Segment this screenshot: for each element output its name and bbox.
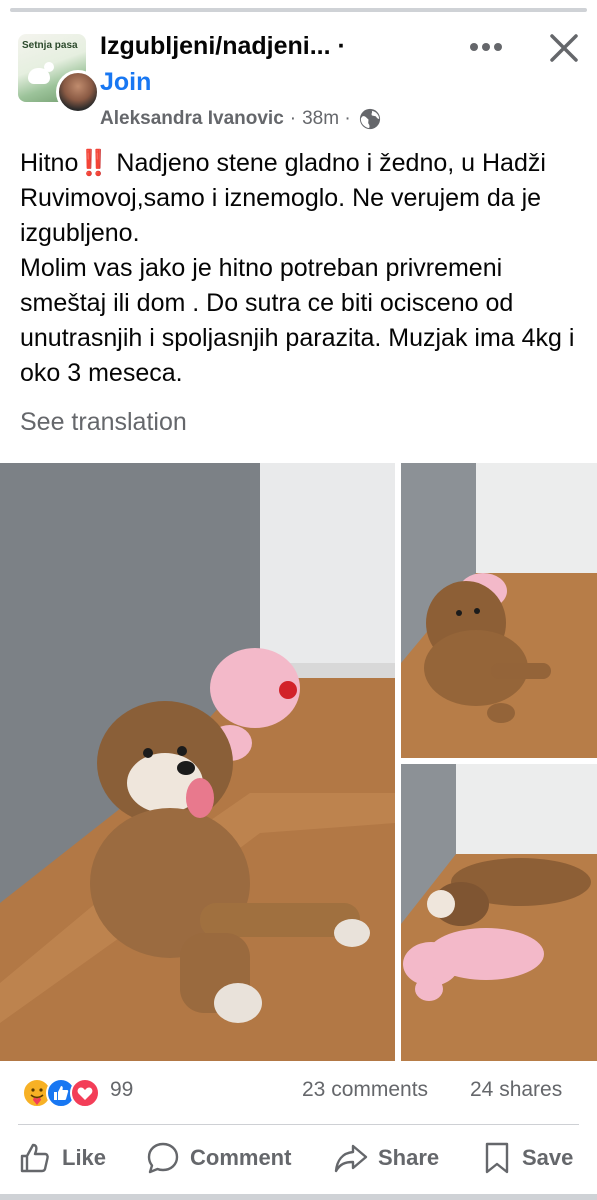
comment-bubble-icon — [147, 1142, 179, 1174]
reaction-bar: 99 23 comments 24 shares — [0, 1068, 597, 1118]
like-label: Like — [62, 1145, 107, 1170]
love-icon — [70, 1078, 100, 1108]
shares-count[interactable]: 24 shares — [470, 1078, 562, 1102]
like-button[interactable]: Like — [18, 1136, 106, 1180]
comment-button[interactable]: Comment — [146, 1136, 291, 1180]
bookmark-icon — [485, 1142, 509, 1174]
comment-label: Comment — [190, 1145, 292, 1170]
post-body: Hitno‼️ Nadjeno stene gladno i žedno, u … — [20, 146, 580, 391]
globe-icon — [359, 108, 380, 130]
close-button[interactable] — [544, 28, 584, 68]
post-actions: Like Comment Share Save — [0, 1136, 597, 1186]
more-dots-icon — [470, 43, 502, 51]
reaction-count[interactable]: 99 — [110, 1078, 133, 1102]
meta-separator: · — [289, 108, 297, 129]
group-thumbnail[interactable]: Setnja pasa — [18, 34, 100, 122]
share-button[interactable]: Share — [334, 1136, 439, 1180]
puppy-photo-bottom-right-image — [401, 764, 597, 1061]
puppy-photo-bottom-right[interactable] — [401, 764, 597, 1061]
group-thumb-text: Setnja pasa — [22, 40, 78, 51]
save-button[interactable]: Save — [482, 1136, 573, 1180]
comments-count[interactable]: 23 comments — [302, 1078, 428, 1102]
post-paragraph-2: Molim vas jako je hitno potreban privrem… — [20, 254, 575, 387]
close-icon — [550, 34, 578, 62]
puppy-photo-top-right[interactable] — [401, 463, 597, 758]
share-label: Share — [378, 1145, 440, 1170]
author-name[interactable]: Aleksandra Ivanovic — [100, 108, 284, 130]
join-button[interactable]: Join — [100, 68, 151, 97]
post-header: Setnja pasa Izgubljeni/nadjeni... · Join… — [0, 20, 597, 140]
puppy-photo-main[interactable] — [0, 463, 395, 1061]
bottom-edge — [0, 1194, 597, 1200]
reaction-icons[interactable] — [22, 1078, 106, 1108]
save-label: Save — [522, 1145, 574, 1170]
top-edge — [0, 0, 597, 12]
post-time[interactable]: 38m · — [302, 108, 351, 130]
puppy-photo-main-image — [0, 463, 395, 1061]
share-arrow-icon — [334, 1144, 368, 1173]
thumbs-up-icon — [20, 1143, 49, 1173]
author-avatar[interactable] — [56, 70, 100, 114]
group-name[interactable]: Izgubljeni/nadjeni... · — [100, 32, 346, 61]
see-translation-link[interactable]: See translation — [20, 408, 187, 437]
post-paragraph-1: Hitno‼️ Nadjeno stene gladno i žedno, u … — [20, 149, 546, 247]
puppy-photo-top-right-image — [401, 463, 597, 758]
more-options-button[interactable] — [466, 32, 506, 62]
divider — [18, 1124, 579, 1125]
post-meta: Aleksandra Ivanovic · 38m · — [100, 108, 381, 130]
photo-grid — [0, 463, 597, 1061]
